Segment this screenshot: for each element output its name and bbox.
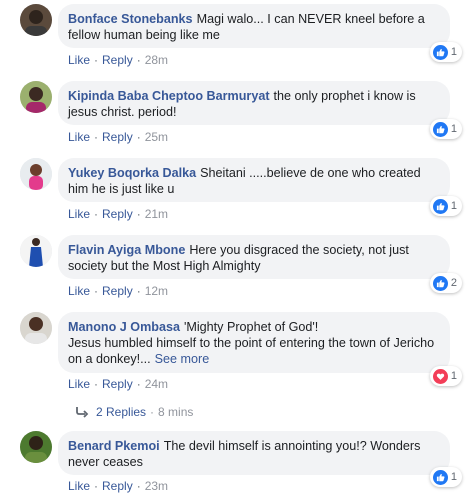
comment-text-continued: Jesus humbled himself to the point of en…: [68, 336, 435, 366]
separator: ·: [150, 405, 155, 419]
replies-time: 8 mins: [158, 405, 194, 419]
separator: ·: [136, 53, 141, 67]
separator: ·: [136, 207, 141, 221]
comment: Flavin Ayiga Mbone Here you disgraced the…: [0, 231, 471, 307]
comment-actions: Like · Reply · 28m: [68, 53, 168, 67]
comment-author[interactable]: Yukey Boqorka Dalka: [68, 166, 196, 180]
like-link[interactable]: Like: [68, 284, 90, 298]
avatar[interactable]: [20, 431, 52, 463]
reaction-count-text: 1: [450, 200, 457, 212]
comment-bubble: Kipinda Baba Cheptoo Barmuryat the only p…: [58, 81, 450, 125]
timestamp[interactable]: 21m: [145, 207, 168, 221]
comment-actions: Like · Reply · 23m: [68, 479, 168, 493]
reaction-count[interactable]: 1: [429, 196, 462, 216]
timestamp[interactable]: 28m: [145, 53, 168, 67]
reaction-count[interactable]: 1: [429, 42, 462, 62]
separator: ·: [94, 53, 99, 67]
reply-link[interactable]: Reply: [102, 377, 133, 391]
comment-bubble: Flavin Ayiga Mbone Here you disgraced the…: [58, 235, 450, 279]
separator: ·: [136, 377, 141, 391]
comment-text: 'Mighty Prophet of God'!: [183, 320, 319, 334]
comment-author[interactable]: Bonface Stonebanks: [68, 12, 193, 26]
like-link[interactable]: Like: [68, 53, 90, 67]
comment: Bonface Stonebanks Magi walo... I can NEV…: [0, 0, 471, 76]
separator: ·: [94, 284, 99, 298]
comment-actions: Like · Reply · 25m: [68, 130, 168, 144]
like-reaction-icon: [432, 121, 448, 137]
avatar[interactable]: [20, 81, 52, 113]
avatar[interactable]: [20, 4, 52, 36]
reply-link[interactable]: Reply: [102, 284, 133, 298]
avatar[interactable]: [20, 158, 52, 190]
reaction-count[interactable]: 1: [429, 467, 462, 487]
like-link[interactable]: Like: [68, 479, 90, 493]
like-link[interactable]: Like: [68, 377, 90, 391]
reaction-count-text: 1: [450, 370, 457, 382]
reply-arrow-icon: [75, 406, 91, 418]
comment-actions: Like · Reply · 24m: [68, 377, 168, 391]
reaction-count-text: 1: [450, 123, 457, 135]
comment: Manono J Ombasa 'Mighty Prophet of God'! …: [0, 308, 471, 426]
see-more-link[interactable]: See more: [155, 352, 210, 366]
reaction-count[interactable]: 1: [429, 366, 462, 386]
comment-bubble: Bonface Stonebanks Magi walo... I can NEV…: [58, 4, 450, 48]
reaction-count[interactable]: 2: [429, 273, 462, 293]
timestamp[interactable]: 25m: [145, 130, 168, 144]
reaction-count-text: 1: [450, 46, 457, 58]
comment-actions: Like · Reply · 12m: [68, 284, 168, 298]
comment: Kipinda Baba Cheptoo Barmuryat the only p…: [0, 77, 471, 153]
separator: ·: [136, 284, 141, 298]
like-reaction-icon: [432, 198, 448, 214]
comment: Yukey Boqorka Dalka Sheitani .....believe…: [0, 154, 471, 230]
like-link[interactable]: Like: [68, 207, 90, 221]
separator: ·: [136, 130, 141, 144]
reaction-count-text: 2: [450, 277, 457, 289]
separator: ·: [94, 207, 99, 221]
comment-author[interactable]: Kipinda Baba Cheptoo Barmuryat: [68, 89, 270, 103]
timestamp[interactable]: 24m: [145, 377, 168, 391]
timestamp[interactable]: 12m: [145, 284, 168, 298]
love-reaction-icon: [432, 368, 448, 384]
replies-count[interactable]: 2 Replies: [96, 405, 146, 419]
separator: ·: [94, 377, 99, 391]
comment-author[interactable]: Manono J Ombasa: [68, 320, 180, 334]
comment: Benard Pkemoi The devil himself is annoin…: [0, 427, 471, 494]
separator: ·: [136, 479, 141, 493]
avatar[interactable]: [20, 235, 52, 267]
comment-bubble: Yukey Boqorka Dalka Sheitani .....believe…: [58, 158, 450, 202]
view-replies-link[interactable]: 2 Replies · 8 mins: [75, 405, 193, 419]
reply-link[interactable]: Reply: [102, 53, 133, 67]
reaction-count-text: 1: [450, 471, 457, 483]
like-reaction-icon: [432, 275, 448, 291]
timestamp[interactable]: 23m: [145, 479, 168, 493]
like-link[interactable]: Like: [68, 130, 90, 144]
reply-link[interactable]: Reply: [102, 479, 133, 493]
reaction-count[interactable]: 1: [429, 119, 462, 139]
like-reaction-icon: [432, 44, 448, 60]
separator: ·: [94, 479, 99, 493]
comment-author[interactable]: Benard Pkemoi: [68, 439, 160, 453]
comment-bubble: Benard Pkemoi The devil himself is annoin…: [58, 431, 450, 475]
avatar[interactable]: [20, 312, 52, 344]
like-reaction-icon: [432, 469, 448, 485]
reply-link[interactable]: Reply: [102, 130, 133, 144]
separator: ·: [94, 130, 99, 144]
comment-bubble: Manono J Ombasa 'Mighty Prophet of God'! …: [58, 312, 450, 373]
reply-link[interactable]: Reply: [102, 207, 133, 221]
comment-actions: Like · Reply · 21m: [68, 207, 168, 221]
comment-author[interactable]: Flavin Ayiga Mbone: [68, 243, 185, 257]
